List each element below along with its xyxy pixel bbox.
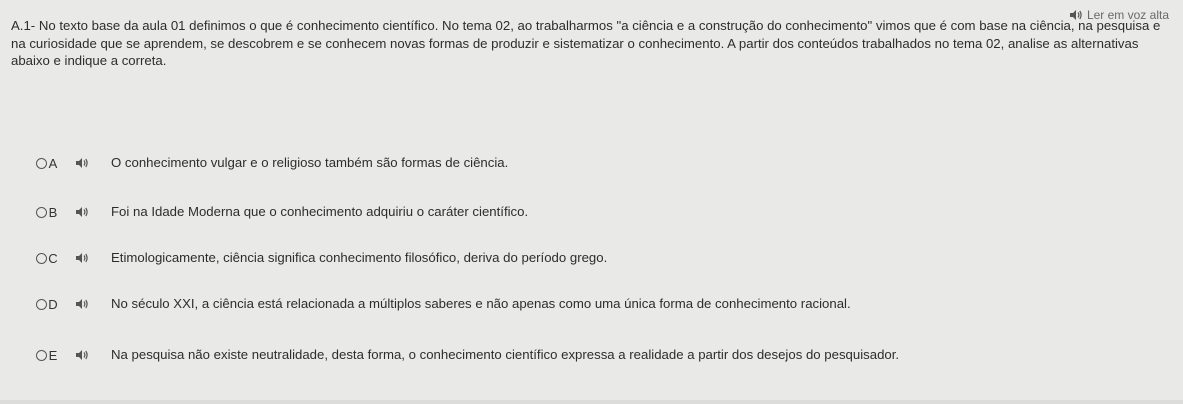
option-a-letter: A [48,156,58,171]
option-d-letter: D [48,297,58,312]
option-e-text[interactable]: Na pesquisa não existe neutralidade, des… [111,347,899,362]
option-b-text[interactable]: Foi na Idade Moderna que o conhecimento … [111,204,528,219]
option-c-text[interactable]: Etimologicamente, ciência significa conh… [111,250,607,265]
option-e-letter: E [48,348,58,363]
option-a-text[interactable]: O conhecimento vulgar e o religioso tamb… [111,155,508,170]
question-text: A.1- No texto base da aula 01 definimos … [11,18,1161,68]
page-bottom-edge [0,400,1183,404]
speaker-icon[interactable] [75,349,89,361]
speaker-icon[interactable] [75,157,89,169]
speaker-icon[interactable] [75,206,89,218]
speaker-icon[interactable] [75,298,89,310]
option-c-letter: C [48,251,58,266]
option-b-letter: B [48,205,58,220]
option-d-text[interactable]: No século XXI, a ciência está relacionad… [111,296,851,311]
speaker-icon[interactable] [75,252,89,264]
